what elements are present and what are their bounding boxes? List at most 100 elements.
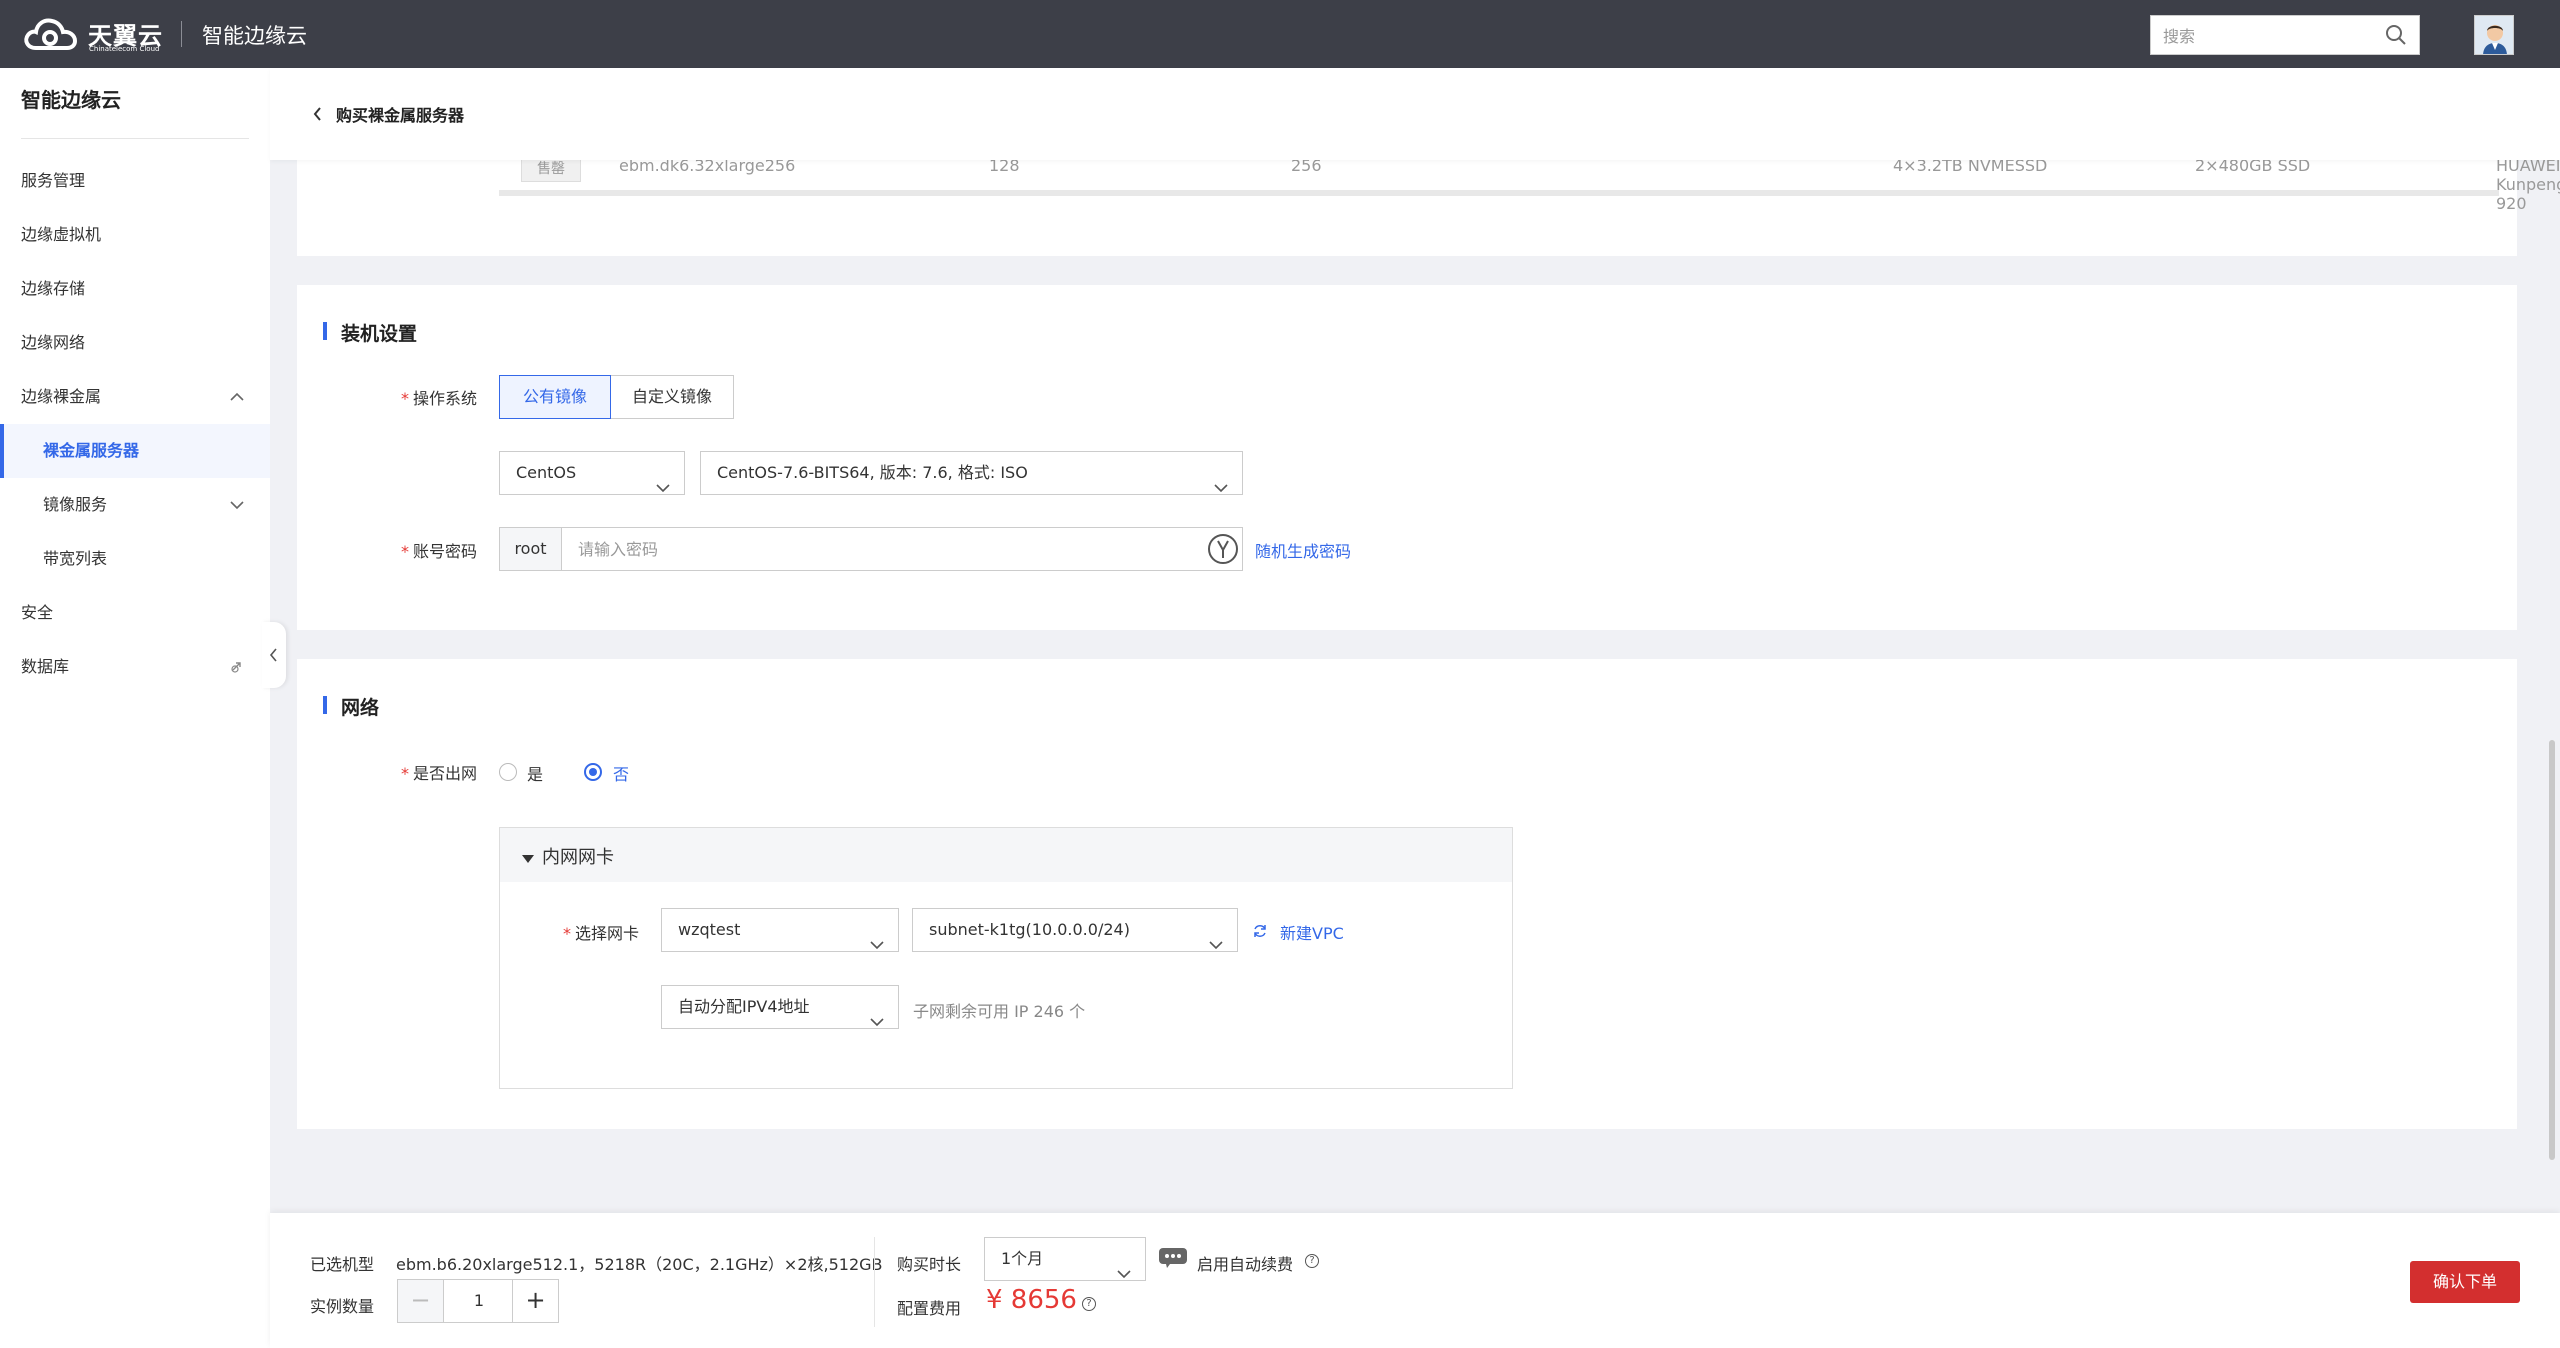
footer-divider <box>874 1237 875 1327</box>
quantity-label: 实例数量 <box>310 1297 375 1316</box>
topbar-divider <box>181 21 182 47</box>
sidebar-item-label: 带宽列表 <box>43 549 108 568</box>
sidebar-item-label: 服务管理 <box>21 171 86 190</box>
cost-label: 配置费用 <box>897 1299 962 1318</box>
quantity-stepper[interactable]: − 1 + <box>397 1279 559 1323</box>
password-input[interactable] <box>578 538 1178 560</box>
sidebar-item-label: 镜像服务 <box>43 495 108 514</box>
ipv4-mode-value: 自动分配IPV4地址 <box>678 997 810 1016</box>
os-image-select[interactable]: CentOS-7.6-BITS64, 版本: 7.6, 格式: ISO <box>700 451 1243 495</box>
network-card: 网络 * 是否出网 是 否 内网网卡 * 选择网卡 wzqtest subnet-k… <box>297 659 2517 1129</box>
password-field[interactable]: root <box>499 527 1243 571</box>
caret-down-icon <box>522 849 534 868</box>
sidebar-item-service-management[interactable]: 服务管理 <box>0 154 270 208</box>
brand-logo[interactable]: 天翼云 Chinatelecom Cloud <box>22 12 166 56</box>
auto-renew-label[interactable]: 启用自动续费 <box>1197 1251 1293 1275</box>
chevron-down-icon <box>870 1001 884 1043</box>
new-vpc-link[interactable]: 新建VPC <box>1280 920 1344 944</box>
external-link-icon <box>230 640 244 716</box>
chevron-down-icon <box>1214 467 1228 509</box>
os-label: * 操作系统 <box>401 385 477 409</box>
chevron-left-icon <box>269 648 277 662</box>
auto-renew-toggle-icon[interactable] <box>1158 1247 1188 1273</box>
sidebar-item-edge-vm[interactable]: 边缘虚拟机 <box>0 208 270 262</box>
back-arrow-icon[interactable] <box>312 106 324 126</box>
quantity-increase-button[interactable]: + <box>512 1280 558 1322</box>
search-icon[interactable] <box>2385 24 2407 50</box>
sidebar-item-database[interactable]: 数据库 <box>0 640 270 694</box>
confirm-order-button[interactable]: 确认下单 <box>2410 1261 2520 1303</box>
chevron-down-icon <box>1209 924 1223 966</box>
table-horizontal-scrollbar[interactable] <box>499 190 2499 196</box>
sidebar-item-label: 边缘网络 <box>21 333 86 352</box>
vpc-value: wzqtest <box>678 920 741 939</box>
os-family-value: CentOS <box>516 463 577 482</box>
sidebar-item-edge-storage[interactable]: 边缘存储 <box>0 262 270 316</box>
sidebar-divider <box>21 138 249 139</box>
quantity-value[interactable]: 1 <box>444 1280 514 1322</box>
os-image-value: CentOS-7.6-BITS64, 版本: 7.6, 格式: ISO <box>717 463 1028 482</box>
subnet-select[interactable]: subnet-k1tg(10.0.0.0/24) <box>912 908 1238 952</box>
internet-no-radio[interactable] <box>584 763 602 781</box>
order-summary-bar: 已选机型 ebm.b6.20xlarge512.1，5218R（20C，2.1G… <box>270 1213 2560 1348</box>
selected-type-label: 已选机型 <box>310 1255 375 1274</box>
sidebar-item-label: 边缘虚拟机 <box>21 225 102 244</box>
sidebar-item-bare-metal-server[interactable]: 裸金属服务器 <box>0 424 270 478</box>
sidebar-item-edge-bare-metal[interactable]: 边缘裸金属 <box>0 370 270 424</box>
sidebar-item-label: 边缘裸金属 <box>21 387 102 406</box>
sidebar-collapse-toggle[interactable] <box>262 622 286 688</box>
tab-public-image[interactable]: 公有镜像 <box>499 375 611 419</box>
page-scrollbar[interactable] <box>2547 160 2557 1170</box>
tab-custom-image[interactable]: 自定义镜像 <box>610 375 734 419</box>
selected-type-value: ebm.b6.20xlarge512.1，5218R（20C，2.1GHz）×2… <box>396 1255 883 1274</box>
sidebar-title: 智能边缘云 <box>21 88 121 112</box>
nic-select-label: * 选择网卡 <box>563 920 639 944</box>
os-family-select[interactable]: CentOS <box>499 451 685 495</box>
nic-panel-header[interactable]: 内网网卡 <box>500 828 1512 882</box>
subnet-value: subnet-k1tg(10.0.0.0/24) <box>929 920 1130 939</box>
duration-select[interactable]: 1个月 <box>984 1237 1146 1281</box>
sidebar-item-edge-network[interactable]: 边缘网络 <box>0 316 270 370</box>
scrollbar-thumb[interactable] <box>2549 740 2555 1160</box>
required-mark: * <box>563 924 571 943</box>
price-value: ¥ 8656 <box>986 1285 1077 1315</box>
section-title: 装机设置 <box>323 319 417 346</box>
sidebar-item-label: 裸金属服务器 <box>43 441 140 460</box>
internal-nic-panel: 内网网卡 * 选择网卡 wzqtest subnet-k1tg(10.0.0.0/… <box>499 827 1513 1089</box>
user-avatar[interactable] <box>2474 15 2514 55</box>
sidebar-item-label: 安全 <box>21 603 54 622</box>
nic-panel-title: 内网网卡 <box>542 847 614 868</box>
internet-access-label-text: 是否出网 <box>413 764 478 783</box>
duration-value: 1个月 <box>1001 1249 1044 1268</box>
vpc-select[interactable]: wzqtest <box>661 908 899 952</box>
price-help-icon[interactable]: ? <box>1082 1297 1096 1311</box>
cloud-logo-icon <box>24 18 78 50</box>
password-label: * 账号密码 <box>401 538 477 562</box>
sidebar-item-label: 边缘存储 <box>21 279 86 298</box>
page-title: 购买裸金属服务器 <box>336 106 465 125</box>
sidebar-item-bandwidth-list[interactable]: 带宽列表 <box>0 532 270 586</box>
random-password-link[interactable]: 随机生成密码 <box>1255 538 1351 562</box>
help-icon[interactable]: ? <box>1305 1254 1319 1268</box>
required-mark: * <box>401 764 409 783</box>
internet-no-label[interactable]: 否 <box>613 761 629 785</box>
avatar-icon <box>2475 16 2513 54</box>
required-mark: * <box>401 389 409 408</box>
search-input[interactable] <box>2163 25 2363 47</box>
section-title: 网络 <box>323 693 379 720</box>
chevron-down-icon <box>656 467 670 509</box>
nic-select-label-text: 选择网卡 <box>575 924 640 943</box>
global-search[interactable] <box>2150 15 2420 55</box>
internet-yes-label[interactable]: 是 <box>527 761 543 785</box>
quantity-decrease-button[interactable]: − <box>398 1280 444 1322</box>
internet-yes-radio[interactable] <box>499 763 517 781</box>
required-mark: * <box>401 542 409 561</box>
eye-toggle-icon[interactable] <box>1208 534 1238 564</box>
product-name[interactable]: 智能边缘云 <box>202 20 307 50</box>
sidebar-item-image-service[interactable]: 镜像服务 <box>0 478 270 532</box>
ipv4-mode-select[interactable]: 自动分配IPV4地址 <box>661 985 899 1029</box>
ip-remaining-text: 子网剩余可用 IP 246 个 <box>913 1002 1086 1021</box>
sidebar-item-security[interactable]: 安全 <box>0 586 270 640</box>
refresh-icon[interactable] <box>1252 923 1268 943</box>
chevron-down-icon <box>870 924 884 966</box>
